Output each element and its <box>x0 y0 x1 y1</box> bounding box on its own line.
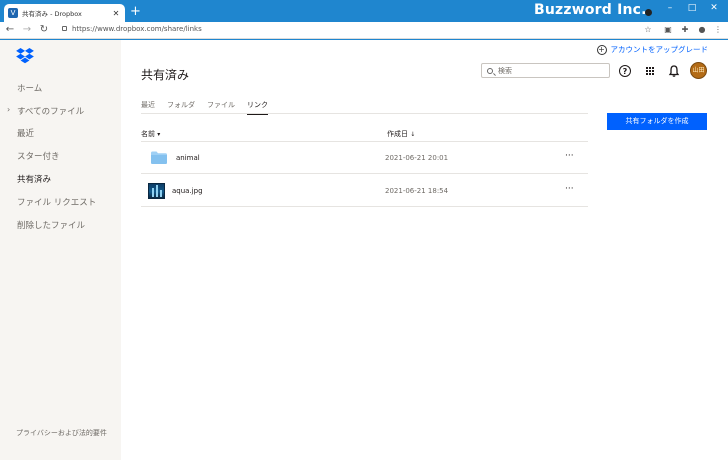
sort-arrow-down-icon: ↓ <box>410 131 416 138</box>
column-header-created[interactable]: 作成日 ↓ <box>387 129 415 139</box>
dropbox-favicon-icon: V <box>8 8 18 18</box>
search-box[interactable] <box>481 63 610 78</box>
column-name-label: 名前 <box>141 130 155 138</box>
lock-icon <box>62 26 67 31</box>
tab-close-icon[interactable]: ✕ <box>111 9 121 18</box>
star-icon[interactable]: ☆ <box>643 25 653 35</box>
brand-watermark: Buzzword Inc. <box>534 2 647 18</box>
avatar[interactable]: 山田 <box>690 62 707 79</box>
row-date: 2021-06-21 20:01 <box>385 154 449 162</box>
bell-icon[interactable] <box>667 64 681 78</box>
create-shared-folder-button[interactable]: 共有フォルダを作成 <box>607 113 707 130</box>
sidebar-item-home[interactable]: ホーム <box>17 82 42 94</box>
table-row[interactable]: aqua.jpg 2021-06-21 18:54 ··· <box>141 175 588 207</box>
more-options-icon[interactable]: ··· <box>565 151 574 161</box>
address-bar: ← → ↻ https://www.dropbox.com/share/link… <box>0 22 728 39</box>
url-field[interactable]: https://www.dropbox.com/share/links <box>72 25 202 33</box>
browser-tab[interactable]: V 共有済み - Dropbox ✕ <box>4 4 125 22</box>
image-thumbnail <box>148 183 165 199</box>
table-row[interactable]: animal 2021-06-21 20:01 ··· <box>141 142 588 174</box>
row-name[interactable]: animal <box>176 154 200 162</box>
column-created-label: 作成日 <box>387 130 408 138</box>
page-title: 共有済み <box>141 68 190 82</box>
sidebar-item-recent[interactable]: 最近 <box>17 127 34 139</box>
sort-caret-icon: ▾ <box>157 131 161 138</box>
plus-circle-icon: + <box>596 44 607 55</box>
forward-arrow-icon[interactable]: → <box>21 24 33 36</box>
dropbox-logo-icon[interactable] <box>16 48 34 64</box>
browser-window: V 共有済み - Dropbox ✕ + Buzzword Inc. – □ ✕… <box>0 0 728 460</box>
profile-dot-icon <box>645 9 652 16</box>
tab-title: 共有済み - Dropbox <box>22 10 82 18</box>
minimize-button[interactable]: – <box>664 3 676 13</box>
row-name[interactable]: aqua.jpg <box>172 187 203 195</box>
title-bar: V 共有済み - Dropbox ✕ + Buzzword Inc. – □ ✕ <box>0 0 728 22</box>
reload-icon[interactable]: ↻ <box>38 24 50 36</box>
sidebar-item-shared[interactable]: 共有済み <box>17 173 51 185</box>
search-icon <box>487 67 493 74</box>
upgrade-label: アカウントをアップグレード <box>610 45 709 54</box>
dropbox-app: ホーム › すべてのファイル 最近 スター付き 共有済み ファイル リクエスト … <box>0 40 728 460</box>
sidebar-item-deleted-files[interactable]: 削除したファイル <box>17 219 85 231</box>
sidebar: ホーム › すべてのファイル 最近 スター付き 共有済み ファイル リクエスト … <box>0 40 121 460</box>
menu-kebab-icon[interactable]: ⋮ <box>713 25 723 35</box>
extension-square-icon[interactable]: ▣ <box>663 25 673 35</box>
chevron-right-icon[interactable]: › <box>7 105 10 114</box>
sidebar-item-starred[interactable]: スター付き <box>17 150 60 162</box>
upgrade-link[interactable]: + アカウントをアップグレード <box>596 44 709 55</box>
column-header-name[interactable]: 名前 ▾ <box>141 129 160 139</box>
search-input[interactable] <box>498 66 598 75</box>
sidebar-item-all-files[interactable]: すべてのファイル <box>17 105 84 117</box>
more-options-icon[interactable]: ··· <box>565 184 574 194</box>
apps-grid-icon[interactable] <box>643 64 657 78</box>
close-window-button[interactable]: ✕ <box>708 3 720 13</box>
back-arrow-icon[interactable]: ← <box>4 24 16 36</box>
profile-icon[interactable]: ● <box>697 25 707 35</box>
privacy-legal-link[interactable]: プライバシーおよび法的要件 <box>16 428 111 438</box>
help-icon[interactable]: ? <box>619 65 631 77</box>
main-content: + アカウントをアップグレード 共有済み ? 山田 <box>121 40 728 460</box>
tab-divider <box>141 113 588 114</box>
new-tab-button[interactable]: + <box>130 5 141 19</box>
sidebar-item-file-requests[interactable]: ファイル リクエスト <box>17 196 96 208</box>
puzzle-icon[interactable]: ✚ <box>680 25 690 35</box>
row-date: 2021-06-21 18:54 <box>385 187 449 195</box>
folder-icon <box>151 151 167 164</box>
maximize-button[interactable]: □ <box>686 3 698 13</box>
